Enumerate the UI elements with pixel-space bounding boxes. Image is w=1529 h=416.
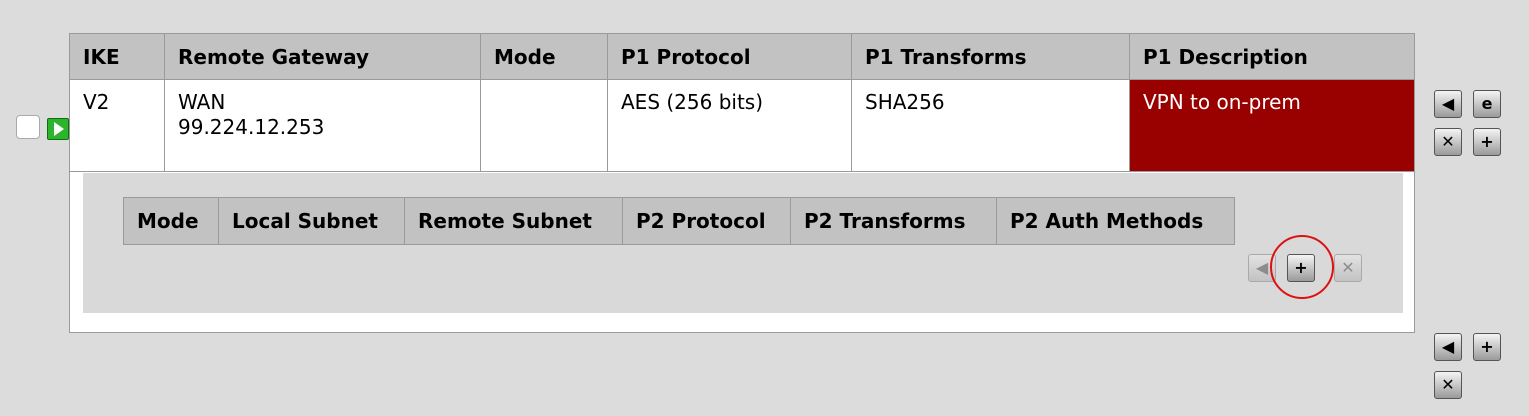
header-p2-protocol: P2 Protocol (622, 197, 791, 245)
header-p2-transforms: P2 Transforms (790, 197, 997, 245)
footer-add-icon[interactable]: + (1473, 333, 1501, 361)
header-remote-gateway: Remote Gateway (164, 33, 481, 80)
gateway-ip: 99.224.12.253 (178, 115, 325, 139)
phase2-header-row: Mode Local Subnet Remote Subnet P2 Proto… (123, 197, 1235, 245)
header-p1-protocol: P1 Protocol (607, 33, 852, 80)
cell-p1-transforms: SHA256 (851, 79, 1130, 172)
footer-delete-icon[interactable]: ✕ (1434, 371, 1462, 399)
phase2-table: Mode Local Subnet Remote Subnet P2 Proto… (123, 197, 1235, 245)
cell-remote-gateway: WAN 99.224.12.253 (164, 79, 481, 172)
gateway-interface: WAN (178, 90, 226, 114)
move-icon[interactable]: ◀ (1434, 90, 1462, 118)
p2-delete-icon: ✕ (1334, 254, 1362, 282)
delete-icon[interactable]: ✕ (1434, 128, 1462, 156)
cell-p1-description: VPN to on-prem (1129, 79, 1415, 172)
cell-p1-protocol: AES (256 bits) (607, 79, 852, 172)
header-p2-mode: Mode (123, 197, 219, 245)
header-p2-auth-methods: P2 Auth Methods (996, 197, 1235, 245)
header-local-subnet: Local Subnet (218, 197, 405, 245)
header-ike: IKE (69, 33, 165, 80)
annotation-circle (1270, 235, 1334, 299)
phase1-row[interactable]: V2 WAN 99.224.12.253 AES (256 bits) SHA2… (69, 79, 1415, 172)
enabled-status-icon (47, 118, 69, 140)
footer-move-icon[interactable]: ◀ (1434, 333, 1462, 361)
header-remote-subnet: Remote Subnet (404, 197, 623, 245)
edit-icon[interactable]: e (1473, 90, 1501, 118)
header-mode: Mode (480, 33, 608, 80)
row-select-checkbox[interactable] (16, 115, 40, 139)
cell-mode (480, 79, 608, 172)
add-phase2-icon[interactable]: + (1473, 128, 1501, 156)
header-p1-transforms: P1 Transforms (851, 33, 1130, 80)
cell-ike: V2 (69, 79, 165, 172)
header-p1-description: P1 Description (1129, 33, 1415, 80)
phase1-header-row: IKE Remote Gateway Mode P1 Protocol P1 T… (69, 33, 1415, 80)
